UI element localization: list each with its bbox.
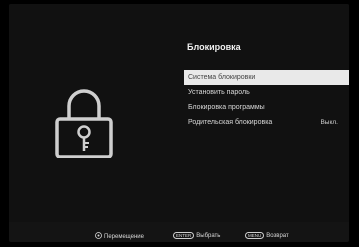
lock-settings-panel: Блокировка Система блокировки Установить…	[9, 4, 349, 222]
hint-move: Перемещение	[95, 232, 144, 241]
hint-select-label: Выбрать	[196, 233, 221, 240]
dpad-icon	[95, 232, 102, 241]
lock-menu: Система блокировки Установить пароль Бло…	[184, 70, 349, 130]
hint-back-label: Возврат	[266, 233, 289, 240]
menu-item-label: Установить пароль	[188, 89, 250, 96]
menu-item-lock-system[interactable]: Система блокировки	[184, 70, 349, 85]
page-title: Блокировка	[187, 42, 241, 52]
menu-item-set-password[interactable]: Установить пароль	[184, 85, 349, 100]
hint-move-label: Перемещение	[104, 234, 144, 241]
footer-hints: Перемещение ENTER Выбрать MENU Возврат	[9, 229, 349, 242]
menu-item-label: Блокировка программы	[188, 104, 265, 111]
hint-select: ENTER Выбрать	[173, 232, 220, 239]
parental-lock-value: Выкл.	[320, 119, 338, 126]
enter-key-icon: ENTER	[173, 232, 195, 239]
menu-item-label: Родительская блокировка	[188, 119, 273, 126]
menu-item-label: Система блокировки	[188, 74, 256, 81]
padlock-key-icon	[49, 86, 119, 159]
menu-key-icon: MENU	[245, 232, 265, 239]
hint-back: MENU Возврат	[245, 232, 289, 239]
menu-item-parental-lock[interactable]: Родительская блокировка Выкл.	[184, 115, 349, 130]
menu-item-program-lock[interactable]: Блокировка программы	[184, 100, 349, 115]
tv-screen: Блокировка Система блокировки Установить…	[9, 4, 349, 242]
